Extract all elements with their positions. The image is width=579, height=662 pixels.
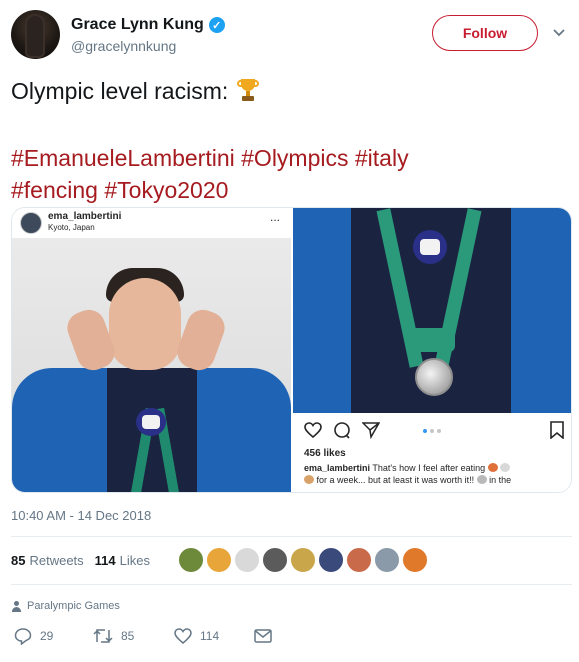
heart-icon (303, 420, 323, 440)
comment-icon (332, 420, 352, 440)
sushi-emoji-icon (487, 463, 498, 472)
retweets-label: Retweets (29, 552, 84, 568)
chevron-down-icon[interactable] (551, 24, 567, 40)
tweet-text: Olympic level racism: (11, 76, 567, 106)
retweet-count: 85 (121, 629, 135, 643)
author-handle[interactable]: @gracelynnkung (71, 38, 176, 54)
instagram-avatar (20, 212, 42, 234)
liker-avatar[interactable] (206, 547, 232, 573)
carousel-indicator (423, 429, 441, 433)
liker-avatars (178, 547, 428, 573)
hashtag-link[interactable]: #Tokyo2020 (104, 177, 228, 203)
share-icon (361, 420, 381, 440)
context-label: Paralympic Games (27, 600, 120, 612)
instagram-caption: ema_lambertini That's how I feel after e… (304, 462, 566, 486)
athlete-photo (12, 238, 291, 492)
instagram-likes: 456 likes (304, 448, 346, 459)
rice-ball-emoji-icon (500, 463, 511, 472)
caption-text-3: in the (489, 475, 512, 485)
follow-button[interactable]: Follow (432, 15, 538, 51)
liker-avatar[interactable] (346, 547, 372, 573)
retweet-button[interactable]: 85 (93, 626, 134, 646)
tweet-timestamp[interactable]: 10:40 AM - 14 Dec 2018 (11, 508, 151, 523)
instagram-post-header: ema_lambertini Kyoto, Japan ... (12, 208, 291, 238)
hashtag-link[interactable]: #italy (355, 145, 409, 171)
verified-badge-icon: ✓ (208, 17, 225, 33)
liker-avatar[interactable] (262, 547, 288, 573)
medal-photo (293, 208, 571, 413)
liker-avatar[interactable] (234, 547, 260, 573)
direct-message-button[interactable] (254, 626, 272, 646)
name-row: Grace Lynn Kung ✓ (71, 14, 225, 36)
likes-stat[interactable]: 114 Likes (95, 553, 150, 568)
likes-count: 114 (94, 552, 116, 568)
like-count: 114 (200, 629, 220, 643)
bookmark-icon (547, 420, 567, 440)
tweet-text-body: Olympic level racism: (11, 78, 229, 104)
tweet-stats: 85 Retweets 114 Likes (11, 548, 161, 572)
hashtag-link[interactable]: #EmanueleLambertini (11, 145, 235, 171)
tweet-actions: 29 85 114 (11, 626, 311, 646)
liker-avatar[interactable] (178, 547, 204, 573)
liker-avatar[interactable] (318, 547, 344, 573)
media-grid: ema_lambertini Kyoto, Japan ... 456 like… (11, 207, 572, 493)
liker-avatar[interactable] (402, 547, 428, 573)
caption-text-2: for a week... but at least it was worth … (316, 475, 475, 485)
instagram-actions (293, 420, 571, 444)
caption-username: ema_lambertini (304, 463, 371, 473)
likes-label: Likes (119, 552, 151, 568)
author-display-name[interactable]: Grace Lynn Kung (71, 16, 204, 34)
retweets-count: 85 (11, 552, 26, 568)
media-photo-left[interactable]: ema_lambertini Kyoto, Japan ... (12, 208, 291, 492)
ramen-emoji-icon (304, 475, 314, 484)
envelope-icon (254, 629, 272, 643)
retweets-stat[interactable]: 85 Retweets (11, 553, 84, 568)
medal-emoji-icon (476, 475, 487, 484)
reply-count: 29 (40, 629, 54, 643)
person-icon (11, 600, 21, 612)
reply-button[interactable]: 29 (14, 626, 53, 646)
like-button[interactable]: 114 (174, 626, 219, 646)
author-avatar[interactable] (11, 10, 60, 59)
tweet-header: Grace Lynn Kung ✓ @gracelynnkung Follow (11, 10, 571, 62)
reply-icon (14, 627, 32, 645)
liker-avatar[interactable] (374, 547, 400, 573)
hashtag-link[interactable]: #fencing (11, 177, 98, 203)
instagram-username: ema_lambertini (48, 211, 122, 222)
divider (11, 536, 572, 537)
hashtag-link[interactable]: #Olympics (241, 145, 348, 171)
liker-avatar[interactable] (290, 547, 316, 573)
tweet-context[interactable]: Paralympic Games (11, 598, 120, 614)
caption-text-1: That's how I feel after eating (372, 463, 486, 473)
heart-icon (174, 628, 192, 644)
hashtag-list: #EmanueleLambertini #Olympics #italy #fe… (11, 142, 567, 206)
more-options-icon: ... (270, 210, 281, 224)
instagram-location: Kyoto, Japan (48, 223, 95, 232)
retweet-icon (93, 629, 113, 643)
divider (11, 584, 572, 585)
trophy-emoji-icon (235, 77, 261, 103)
media-photo-right[interactable]: 456 likes ema_lambertini That's how I fe… (293, 208, 571, 492)
